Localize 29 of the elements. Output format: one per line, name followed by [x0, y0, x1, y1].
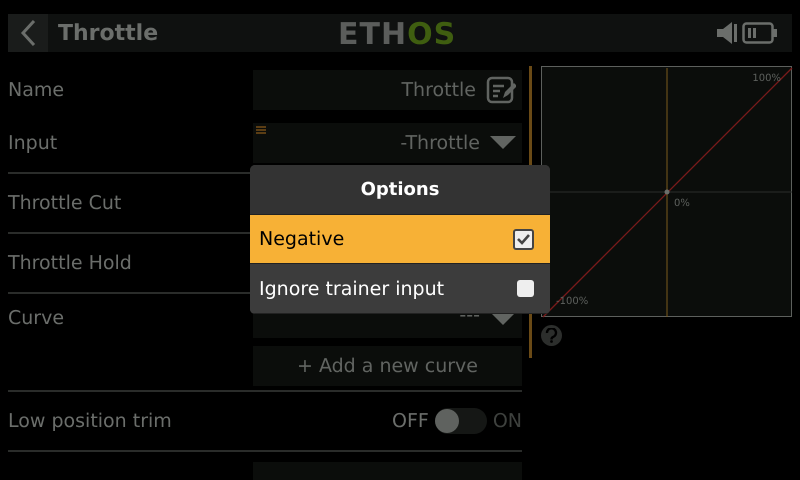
speaker-icon — [716, 21, 738, 45]
field-label: Curve — [8, 307, 64, 329]
curve-point — [664, 190, 670, 194]
check-icon — [517, 234, 530, 244]
dropdown-arrow-icon — [490, 136, 516, 150]
field-label: Name — [8, 79, 64, 101]
axis-label: 0% — [674, 198, 690, 209]
dialog-title: Options — [250, 165, 550, 215]
checkbox[interactable] — [513, 228, 534, 250]
axis-label: 100% — [752, 73, 781, 84]
edit-icon — [486, 76, 516, 104]
back-icon — [20, 20, 36, 46]
on-label: ON — [492, 410, 522, 432]
field-label: Throttle Hold — [8, 252, 132, 274]
checkbox[interactable] — [517, 280, 534, 298]
name-field[interactable]: Throttle — [253, 70, 522, 110]
screen-title: Throttle — [58, 20, 158, 46]
menu-icon — [256, 126, 266, 134]
back-button[interactable] — [8, 14, 48, 52]
field-label: Throttle Cut — [8, 192, 122, 214]
off-label: OFF — [392, 410, 429, 432]
battery-icon — [742, 22, 778, 44]
toggle-switch[interactable] — [434, 408, 487, 434]
add-curve-button[interactable]: + Add a new curve — [253, 346, 522, 386]
option-item[interactable]: Negative — [250, 214, 550, 264]
logo: ETHOS — [338, 17, 456, 52]
field-label: Low position trim — [8, 410, 172, 432]
field-label: Input — [8, 132, 58, 154]
input-dropdown[interactable]: -Throttle — [253, 123, 522, 163]
